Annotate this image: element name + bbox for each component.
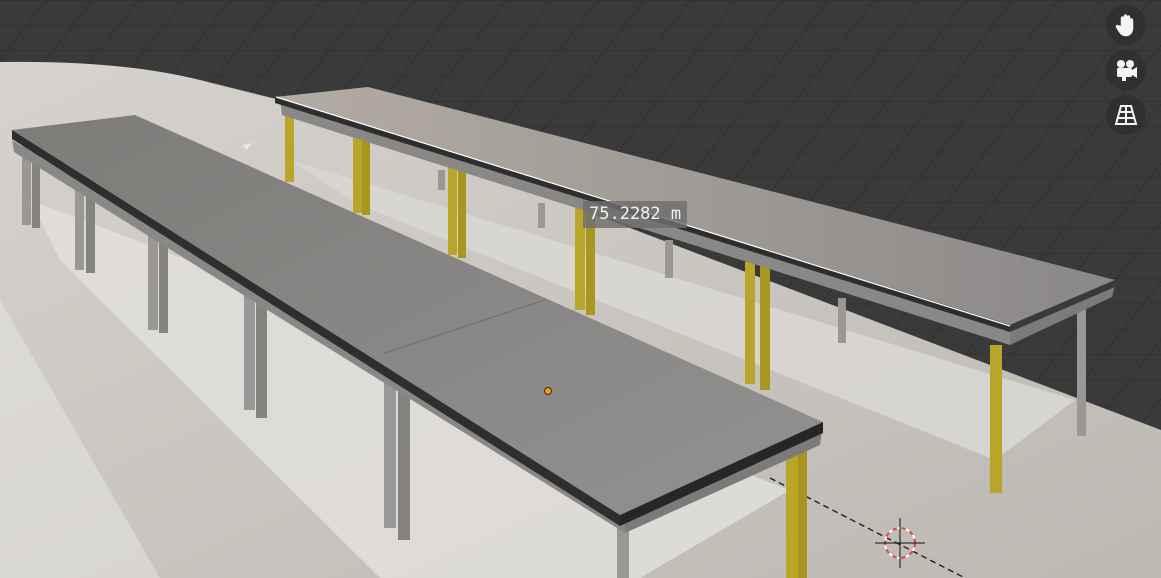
3d-viewport[interactable]: 75.2282 m [0,0,1161,578]
grid-perspective-icon [1114,105,1138,125]
origin-point [544,387,552,395]
measurement-label: 75.2282 m [583,201,688,228]
camera-view-button[interactable] [1106,50,1146,90]
scene-render [0,0,1161,578]
hand-icon [1115,14,1134,37]
perspective-toggle-button[interactable] [1106,95,1146,135]
pan-view-button[interactable] [1106,5,1146,45]
camera-icon [1117,60,1137,81]
